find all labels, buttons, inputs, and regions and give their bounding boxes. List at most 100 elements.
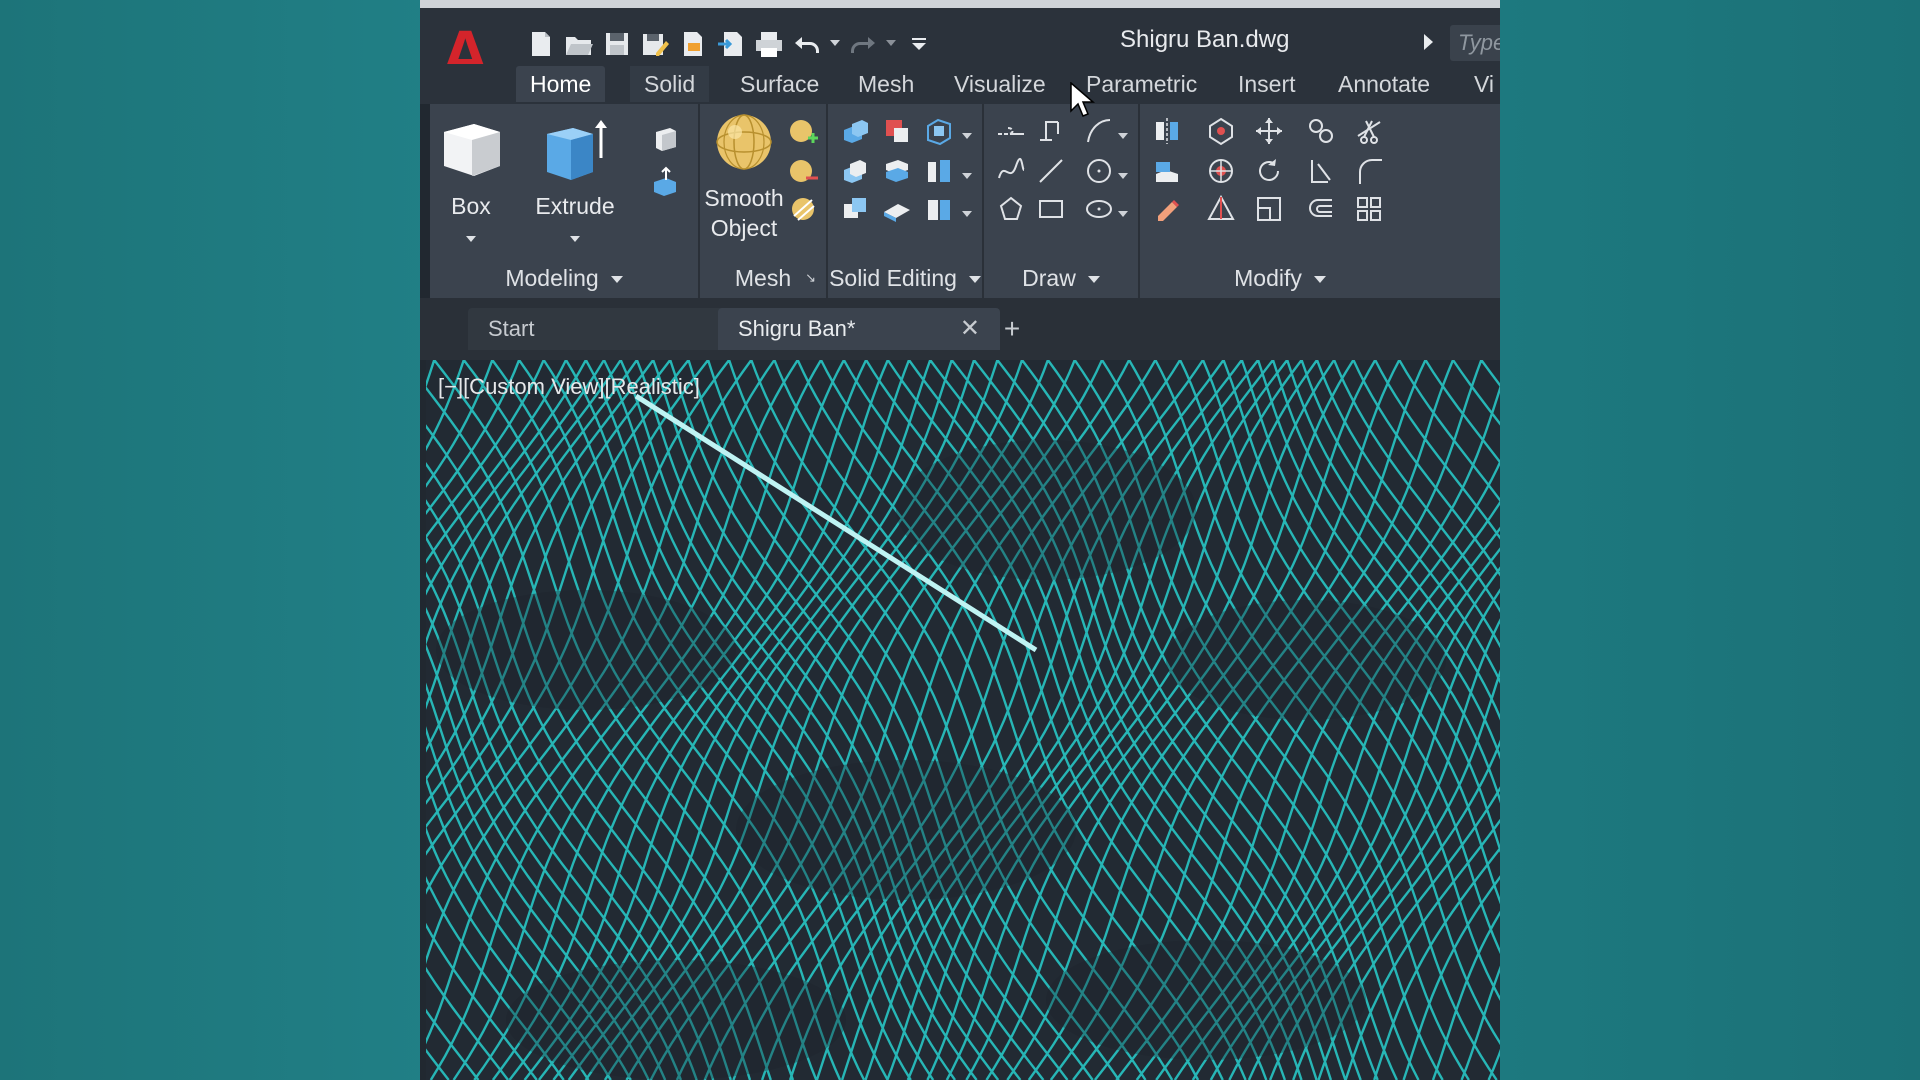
- move-icon[interactable]: [1252, 114, 1286, 148]
- tab-home[interactable]: Home: [516, 66, 606, 102]
- chevron-down-icon[interactable]: [1118, 168, 1128, 179]
- tab-current-drawing[interactable]: Shigru Ban* ✕: [718, 308, 1000, 350]
- trim-icon[interactable]: [1352, 114, 1386, 148]
- presspull-icon[interactable]: [648, 164, 682, 198]
- tab-visualize[interactable]: Visualize: [940, 66, 1060, 102]
- open-file-icon[interactable]: [560, 25, 598, 63]
- chevron-down-icon[interactable]: [962, 206, 972, 217]
- plot-icon[interactable]: [750, 25, 788, 63]
- offset-icon[interactable]: [1304, 192, 1338, 226]
- chevron-down-icon[interactable]: [1118, 128, 1128, 139]
- panel-modeling: Box Extrude Modeling: [430, 104, 700, 298]
- align-icon[interactable]: [1150, 154, 1184, 188]
- array-icon[interactable]: [1352, 192, 1386, 226]
- 3d-array-icon[interactable]: [1204, 154, 1238, 188]
- tab-annotate[interactable]: Annotate: [1324, 66, 1444, 102]
- box-icon: [444, 124, 500, 176]
- smooth-less-icon[interactable]: [786, 154, 820, 188]
- panel-title-solid-editing[interactable]: Solid Editing: [828, 265, 982, 292]
- panel-title-modify[interactable]: Modify: [1140, 265, 1420, 292]
- customize-qat-icon[interactable]: [900, 25, 938, 63]
- rotate-icon[interactable]: [1252, 154, 1286, 188]
- smooth-more-icon[interactable]: [786, 114, 820, 148]
- smooth-label-line2: Object: [710, 215, 778, 241]
- refine-mesh-icon[interactable]: [786, 192, 820, 226]
- thicken-icon[interactable]: [880, 192, 914, 226]
- redo-dropdown-icon[interactable]: [882, 25, 900, 63]
- title-bar: Shigru Ban.dwg Type: [420, 8, 1500, 64]
- quick-access-toolbar: [522, 24, 938, 64]
- panel-title-modeling[interactable]: Modeling: [430, 265, 698, 292]
- extract-edges-icon[interactable]: [922, 192, 956, 226]
- save-as-icon[interactable]: [636, 25, 674, 63]
- 3d-mirror-icon[interactable]: [1204, 192, 1238, 226]
- fillet-icon[interactable]: [1352, 154, 1386, 188]
- intersect-icon[interactable]: [838, 154, 872, 188]
- mouse-cursor-icon: [1070, 81, 1096, 123]
- dialog-launcher-icon[interactable]: ↘: [805, 270, 816, 286]
- box-label: Box: [451, 193, 491, 219]
- tab-view[interactable]: Vi: [1460, 66, 1500, 102]
- polyline-icon[interactable]: [994, 114, 1028, 148]
- tab-start[interactable]: Start: [468, 308, 724, 350]
- spline-icon[interactable]: [994, 154, 1028, 188]
- 3d-polyline-icon[interactable]: [1034, 114, 1068, 148]
- viewport-controls-label[interactable]: [−][Custom View][Realistic]: [438, 374, 700, 400]
- panel-title-draw[interactable]: Draw: [984, 265, 1138, 292]
- extrude-button[interactable]: Extrude: [530, 116, 620, 251]
- chevron-right-icon[interactable]: [1422, 34, 1434, 55]
- separate-icon[interactable]: [922, 154, 956, 188]
- scale-icon[interactable]: [1252, 192, 1286, 226]
- close-icon[interactable]: ✕: [960, 308, 980, 350]
- chevron-down-icon[interactable]: [962, 168, 972, 179]
- extrude-icon: [547, 120, 607, 180]
- box-button[interactable]: Box: [436, 116, 506, 251]
- 3d-mesh-model: [426, 360, 1500, 1080]
- document-title: Shigru Ban.dwg: [1120, 26, 1290, 53]
- union-icon[interactable]: [838, 114, 872, 148]
- interfere-icon[interactable]: [838, 192, 872, 226]
- circle-icon[interactable]: [1082, 154, 1116, 188]
- ribbon-tab-bar: Home Solid Surface Mesh Visualize Parame…: [420, 64, 1500, 104]
- tab-insert[interactable]: Insert: [1224, 66, 1310, 102]
- copy-icon[interactable]: [1304, 114, 1338, 148]
- subtract-icon[interactable]: [880, 114, 914, 148]
- new-tab-button[interactable]: +: [992, 308, 1032, 350]
- undo-icon[interactable]: [788, 25, 826, 63]
- tab-surface[interactable]: Surface: [726, 66, 833, 102]
- new-file-icon[interactable]: [522, 25, 560, 63]
- solid-edit-icon[interactable]: [922, 114, 956, 148]
- panel-draw: Draw: [984, 104, 1140, 298]
- ribbon: Box Extrude Modeling Smooth Object Mesh …: [430, 104, 1500, 298]
- save-icon[interactable]: [598, 25, 636, 63]
- search-input[interactable]: Type: [1450, 25, 1500, 61]
- polysolid-icon[interactable]: [648, 120, 682, 154]
- tab-mesh[interactable]: Mesh: [844, 66, 928, 102]
- share-icon[interactable]: [712, 25, 750, 63]
- chevron-down-icon[interactable]: [962, 128, 972, 139]
- rectangle-icon[interactable]: [1034, 192, 1068, 226]
- mirror-icon[interactable]: [1150, 114, 1184, 148]
- polygon-icon[interactable]: [994, 192, 1028, 226]
- tab-solid[interactable]: Solid: [630, 66, 710, 102]
- smooth-label-line1: Smooth: [704, 185, 784, 211]
- drawing-viewport[interactable]: [−][Custom View][Realistic]: [426, 360, 1500, 1080]
- redo-icon[interactable]: [844, 25, 882, 63]
- slice-icon[interactable]: [880, 154, 914, 188]
- 3d-rotate-icon[interactable]: [1204, 114, 1238, 148]
- line-icon[interactable]: [1034, 154, 1068, 188]
- smooth-object-button[interactable]: Smooth Object: [704, 110, 784, 243]
- tab-current-label: Shigru Ban*: [738, 316, 856, 341]
- erase-icon[interactable]: [1150, 192, 1184, 226]
- chevron-down-icon: [570, 236, 580, 242]
- chevron-down-icon[interactable]: [1118, 206, 1128, 217]
- chevron-down-icon: [466, 236, 476, 242]
- panel-modify: Modify: [1140, 104, 1500, 298]
- tab-start-label: Start: [488, 316, 535, 341]
- ellipse-icon[interactable]: [1082, 192, 1116, 226]
- extrude-label: Extrude: [535, 193, 615, 219]
- undo-dropdown-icon[interactable]: [826, 25, 844, 63]
- stretch-icon[interactable]: [1304, 154, 1338, 188]
- export-icon[interactable]: [674, 25, 712, 63]
- smooth-object-icon: [716, 114, 772, 170]
